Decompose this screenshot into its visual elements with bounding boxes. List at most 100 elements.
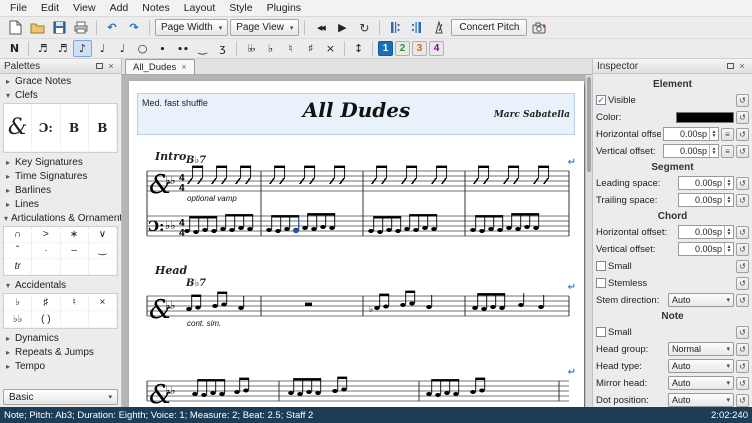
dot-position-dropdown[interactable]: Auto▾ — [668, 393, 734, 407]
staccato-cell[interactable]: ∙ — [32, 243, 60, 259]
open-button[interactable] — [27, 19, 47, 37]
horizontal-offset-spinner[interactable]: 0.00sp▲▼ — [663, 127, 719, 141]
menu-add[interactable]: Add — [103, 1, 136, 15]
chord-vertical-offset-spinner[interactable]: 0.00sp▲▼ — [678, 242, 734, 256]
menu-plugins[interactable]: Plugins — [260, 1, 308, 15]
up-bow-cell[interactable]: ˆ — [4, 243, 32, 259]
augmentation-dot-button[interactable]: ∙ — [153, 40, 172, 57]
line-break-icon[interactable]: ↵ — [568, 367, 576, 378]
spinner-arrows-icon[interactable]: ▲▼ — [709, 145, 718, 157]
voice-1-button[interactable]: 1 — [378, 41, 393, 56]
palette-item-lines[interactable]: ▸Lines — [0, 197, 121, 211]
menu-edit[interactable]: Edit — [34, 1, 66, 15]
spinner-arrows-icon[interactable]: ▲▼ — [724, 243, 733, 255]
menu-layout[interactable]: Layout — [177, 1, 223, 15]
sharp-cell[interactable]: ♯ — [32, 294, 60, 311]
pan-score-toggle[interactable] — [407, 19, 427, 37]
chord-symbol[interactable]: B♭7 — [186, 155, 206, 166]
leading-space-spinner[interactable]: 0.00sp▲▼ — [678, 176, 734, 190]
spinner-arrows-icon[interactable]: ▲▼ — [724, 226, 733, 238]
reset-button[interactable]: ↺ — [736, 111, 749, 124]
fermata-cell[interactable]: ∩ — [4, 227, 32, 243]
rest-button[interactable]: ʒ — [213, 40, 232, 57]
chord-horizontal-offset-spinner[interactable]: 0.00sp▲▼ — [678, 225, 734, 239]
note-eighth-button[interactable]: ♪ — [73, 40, 92, 57]
spinner-arrows-icon[interactable]: ▲▼ — [724, 194, 733, 206]
vertical-offset-spinner[interactable]: 0.00sp▲▼ — [663, 144, 719, 158]
score-vertical-scrollbar[interactable] — [585, 75, 592, 407]
note-input-button[interactable]: N — [5, 40, 24, 57]
reset-button[interactable]: ↺ — [736, 343, 749, 356]
menu-file[interactable]: File — [3, 1, 34, 15]
reset-button[interactable]: ↺ — [736, 277, 749, 290]
zoom-select[interactable]: Page Width▾ — [155, 19, 228, 36]
reset-button[interactable]: ↺ — [736, 294, 749, 307]
treble-clef-cell[interactable]: & — [4, 104, 32, 152]
chord-symbol[interactable]: B♭7 — [186, 278, 206, 289]
close-tab-icon[interactable]: × — [181, 62, 186, 72]
spinner-arrows-icon[interactable]: ▲▼ — [709, 128, 718, 140]
reset-button[interactable]: ↺ — [736, 226, 749, 239]
float-panel-button[interactable] — [93, 60, 105, 72]
head-group-dropdown[interactable]: Normal▾ — [668, 342, 734, 356]
loop-playback-button[interactable]: ↻ — [354, 19, 374, 37]
chord-small-checkbox[interactable] — [596, 261, 606, 271]
head-type-dropdown[interactable]: Auto▾ — [668, 359, 734, 373]
play-button[interactable]: ▶ — [332, 19, 352, 37]
score-tab[interactable]: All_Dudes × — [125, 59, 195, 74]
metronome-toggle[interactable] — [429, 19, 449, 37]
flat-button[interactable]: ♭ — [261, 40, 280, 57]
palette-item-accidentals[interactable]: ▾Accidentals — [0, 278, 121, 292]
close-panel-button[interactable]: × — [736, 60, 748, 72]
trailing-space-spinner[interactable]: 0.00sp▲▼ — [678, 193, 734, 207]
alto-clef-cell[interactable]: B — [61, 104, 89, 152]
sharp-button[interactable]: ♯ — [301, 40, 320, 57]
image-capture-button[interactable] — [529, 19, 549, 37]
staccatissimo-cell[interactable]: ∗ — [61, 227, 89, 243]
voice-2-button[interactable]: 2 — [395, 41, 410, 56]
save-button[interactable] — [49, 19, 69, 37]
snap-list-button[interactable]: ≡ — [721, 145, 734, 158]
palette-item-grace-notes[interactable]: ▸Grace Notes — [0, 74, 121, 88]
line-break-icon[interactable]: ↵ — [568, 282, 576, 293]
composer-text[interactable]: Marc Sabatella — [494, 110, 570, 120]
rehearsal-mark-intro[interactable]: Intro — [155, 150, 186, 163]
note-32nd-button[interactable]: ♬ — [33, 40, 52, 57]
concert-pitch-button[interactable]: Concert Pitch — [451, 19, 527, 36]
palette-item-tempo[interactable]: ▸Tempo — [0, 359, 121, 373]
reset-button[interactable]: ↺ — [736, 94, 749, 107]
marcato-cell[interactable]: ∨ — [89, 227, 117, 243]
note-small-checkbox[interactable] — [596, 327, 606, 337]
reset-button[interactable]: ↺ — [736, 326, 749, 339]
view-mode-select[interactable]: Page View▾ — [230, 19, 299, 36]
workspace-select[interactable]: Basic ▾ — [3, 389, 118, 405]
slur-cell[interactable]: ‿ — [89, 243, 117, 259]
reset-button[interactable]: ↺ — [736, 394, 749, 407]
color-swatch[interactable] — [676, 112, 734, 123]
visible-checkbox[interactable]: ✓ — [596, 95, 606, 105]
natural-cell[interactable]: ♮ — [61, 294, 89, 311]
reset-button[interactable]: ↺ — [736, 145, 749, 158]
trill-cell[interactable]: tr — [4, 259, 32, 275]
score-view[interactable]: & ♭♭ 44 Ɔ: ♭♭ 44 — [122, 75, 585, 407]
float-panel-button[interactable] — [724, 60, 736, 72]
menu-view[interactable]: View — [66, 1, 103, 15]
print-button[interactable] — [71, 19, 91, 37]
scrollbar-thumb[interactable] — [587, 77, 591, 172]
reset-button[interactable]: ↺ — [736, 377, 749, 390]
note-quarter-button[interactable]: ♩ — [93, 40, 112, 57]
spinner-arrows-icon[interactable]: ▲▼ — [724, 177, 733, 189]
reset-button[interactable]: ↺ — [736, 194, 749, 207]
staff-text-cont-sim[interactable]: cont. sim. — [187, 319, 221, 328]
play-repeats-toggle[interactable] — [385, 19, 405, 37]
reset-button[interactable]: ↺ — [736, 177, 749, 190]
palette-item-clefs[interactable]: ▾Clefs — [0, 88, 121, 102]
double-sharp-cell[interactable]: × — [89, 294, 117, 311]
note-16th-button[interactable]: ♬ — [53, 40, 72, 57]
palette-item-repeats-jumps[interactable]: ▸Repeats & Jumps — [0, 345, 121, 359]
staff-text-optional-vamp[interactable]: optional vamp — [187, 194, 237, 203]
reset-button[interactable]: ↺ — [736, 360, 749, 373]
stem-direction-dropdown[interactable]: Auto▾ — [668, 293, 734, 307]
note-half-button[interactable]: ♩ — [113, 40, 132, 57]
mirror-head-dropdown[interactable]: Auto▾ — [668, 376, 734, 390]
